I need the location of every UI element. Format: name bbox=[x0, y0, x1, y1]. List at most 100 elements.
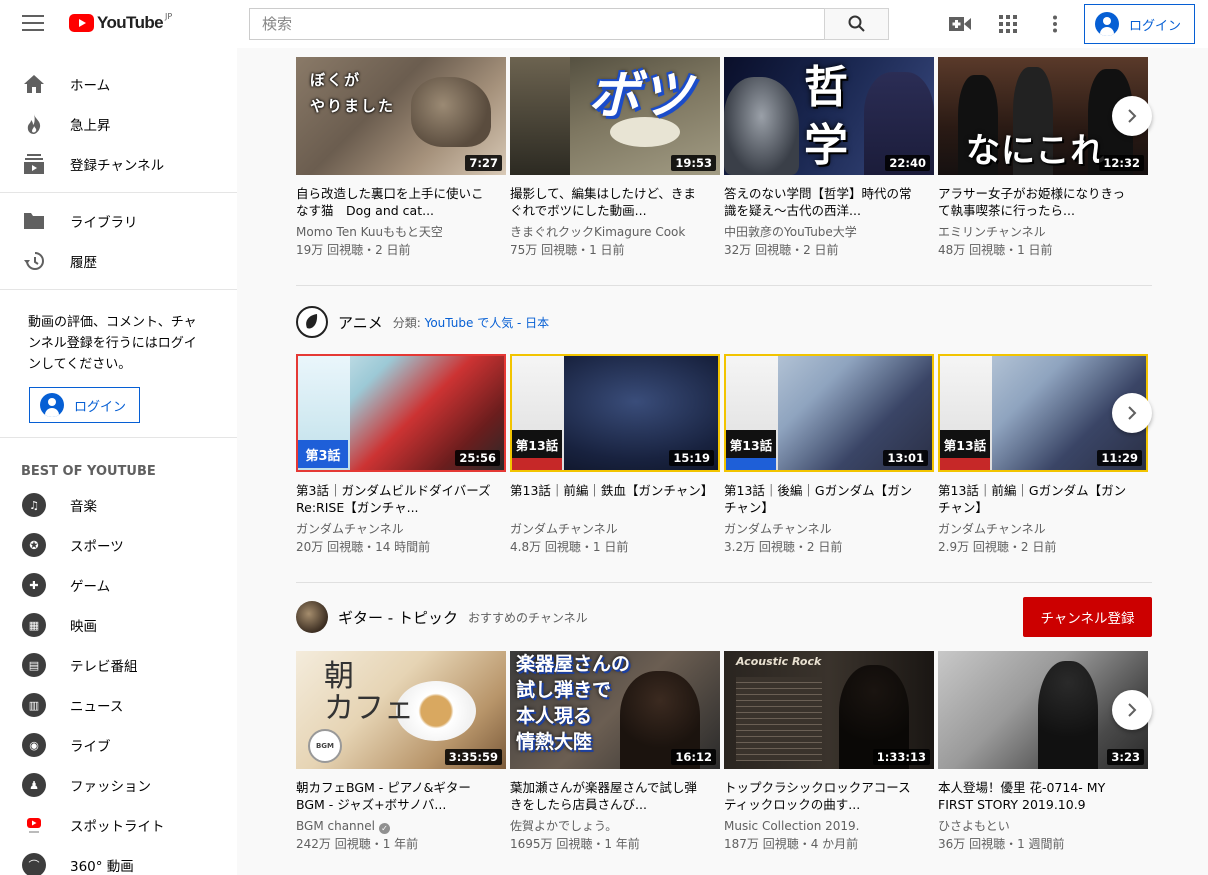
video-card[interactable]: Acoustic Rock 1:33:13 トップクラシックロックアコースティッ… bbox=[724, 651, 934, 853]
history-icon bbox=[22, 249, 46, 273]
sidebar-item-sports[interactable]: ✪ スポーツ bbox=[0, 525, 237, 565]
channel-name[interactable]: ガンダムチャンネル bbox=[296, 520, 506, 538]
create-video-icon[interactable] bbox=[948, 12, 972, 36]
sidebar-item-live[interactable]: ◉ ライブ bbox=[0, 725, 237, 765]
video-card[interactable]: BGM 朝 カフェ 3:35:59 朝カフェBGM - ピアノ&ギターBGM -… bbox=[296, 651, 506, 853]
guitarist-figure bbox=[1038, 661, 1098, 769]
channel-name[interactable]: ガンダムチャンネル bbox=[510, 520, 720, 538]
video-title[interactable]: 撮影して、編集はしたけど、きまぐれでボツにした動画... bbox=[510, 185, 720, 219]
sidebar-item-trending[interactable]: 急上昇 bbox=[0, 104, 237, 144]
video-title[interactable]: 葉加瀬さんが楽器屋さんで試し弾きをしたら店員さんび... bbox=[510, 779, 720, 813]
channel-name[interactable]: ガンダムチャンネル bbox=[938, 520, 1148, 538]
video-thumbnail[interactable]: 第3話 25:56 bbox=[296, 354, 506, 472]
channel-name[interactable]: きまぐれクックKimagure Cook bbox=[510, 223, 720, 241]
sidebar-item-label: ゲーム bbox=[70, 579, 111, 595]
sidebar-item-label: ライブラリ bbox=[70, 215, 138, 231]
sidebar-item-fashion[interactable]: ♟ ファッション bbox=[0, 765, 237, 805]
video-title[interactable]: 朝カフェBGM - ピアノ&ギターBGM - ジャズ+ボサノバ... bbox=[296, 779, 506, 813]
sidebar-item-360[interactable]: ⌒ 360° 動画 bbox=[0, 845, 237, 875]
sidebar-item-library[interactable]: ライブラリ bbox=[0, 201, 237, 241]
video-card[interactable]: 第3話 25:56 第3話｜ガンダムビルドダイバーズRe:RISE【ガンチャ..… bbox=[296, 354, 506, 556]
sidebar-item-music[interactable]: ♫ 音楽 bbox=[0, 485, 237, 525]
shelf-subtitle: 分類: YouTube で人気 - 日本 bbox=[393, 314, 549, 331]
video-title[interactable]: 本人登場！優里 花-0714- MY FIRST STORY 2019.10.9 bbox=[938, 779, 1148, 813]
sidebar-item-home[interactable]: ホーム bbox=[0, 64, 237, 104]
video-thumbnail[interactable]: 第13話 13:01 bbox=[724, 354, 934, 472]
video-card[interactable]: 哲 学 22:40 答えのない学問【哲学】時代の常識を疑え～古代の西洋... 中… bbox=[724, 57, 934, 259]
channel-name[interactable]: 中田敦彦のYouTube大学 bbox=[724, 223, 934, 241]
video-thumbnail[interactable]: BGM 朝 カフェ 3:35:59 bbox=[296, 651, 506, 769]
search-box bbox=[249, 8, 825, 40]
subscribe-button[interactable]: チャンネル登録 bbox=[1023, 597, 1152, 637]
anime-category-icon[interactable] bbox=[296, 306, 328, 338]
video-card[interactable]: 第13話 11:29 第13話｜前編｜Gガンダム【ガンチャン】 ガンダムチャンネ… bbox=[938, 354, 1148, 556]
video-title[interactable]: 第13話｜前編｜Gガンダム【ガンチャン】 bbox=[938, 482, 1148, 516]
shelf-category-link[interactable]: YouTube で人気 - 日本 bbox=[425, 316, 550, 330]
video-title[interactable]: トップクラシックロックアコースティックロックの曲す... bbox=[724, 779, 934, 813]
menu-icon[interactable] bbox=[22, 15, 44, 33]
channel-name[interactable]: 佐賀よかでしょう。 bbox=[510, 817, 720, 835]
video-card[interactable]: 楽器屋さんの 試し弾きで 本人現る 情熱大陸 16:12 葉加瀬さんが楽器屋さん… bbox=[510, 651, 720, 853]
sidebar-item-gaming[interactable]: ✚ ゲーム bbox=[0, 565, 237, 605]
shelf-next-button[interactable] bbox=[1112, 96, 1152, 136]
channel-name[interactable]: BGM channel ✓ bbox=[296, 817, 506, 835]
video-card[interactable]: ボツ 19:53 撮影して、編集はしたけど、きまぐれでボツにした動画... きま… bbox=[510, 57, 720, 259]
gaming-icon: ✚ bbox=[22, 573, 46, 597]
video-card[interactable]: 3:23 本人登場！優里 花-0714- MY FIRST STORY 2019… bbox=[938, 651, 1148, 853]
tv-icon: ▤ bbox=[22, 653, 46, 677]
youtube-logo[interactable]: YouTube JP bbox=[69, 11, 173, 33]
shelf-next-button[interactable] bbox=[1112, 690, 1152, 730]
video-thumbnail[interactable]: Acoustic Rock 1:33:13 bbox=[724, 651, 934, 769]
sidebar-item-news[interactable]: ▥ ニュース bbox=[0, 685, 237, 725]
more-vert-icon[interactable] bbox=[1043, 12, 1067, 36]
sidebar-item-movies[interactable]: ▦ 映画 bbox=[0, 605, 237, 645]
channel-name[interactable]: Momo Ten Kuuももと天空 bbox=[296, 223, 506, 241]
sidebar-item-tv[interactable]: ▤ テレビ番組 bbox=[0, 645, 237, 685]
video-card[interactable]: ぼくが やりました 7:27 自ら改造した裏口を上手に使いこなす猫 Dog an… bbox=[296, 57, 506, 259]
spotlight-icon bbox=[22, 813, 46, 837]
shelf-divider bbox=[296, 285, 1152, 286]
part-badge bbox=[512, 458, 562, 470]
video-title[interactable]: 第13話｜後編｜Gガンダム【ガンチャン】 bbox=[724, 482, 934, 516]
channel-name[interactable]: ひさよもとい bbox=[938, 817, 1148, 835]
video-card[interactable]: 第13話 15:19 第13話｜前編｜鉄血【ガンチャン】 ガンダムチャンネル 4… bbox=[510, 354, 720, 556]
logo-region: JP bbox=[165, 11, 173, 21]
shelf-title[interactable]: アニメ bbox=[338, 312, 383, 333]
video-title[interactable]: 自ら改造した裏口を上手に使いこなす猫 Dog and cat... bbox=[296, 185, 506, 219]
thumbnail-text: 楽器屋さんの 試し弾きで 本人現る 情熱大陸 bbox=[516, 653, 631, 753]
sidebar-login-button[interactable]: ログイン bbox=[29, 387, 140, 423]
video-metadata: 32万 回視聴・2 日前 bbox=[724, 243, 839, 257]
channel-name[interactable]: ガンダムチャンネル bbox=[724, 520, 934, 538]
channel-name[interactable]: Music Collection 2019. bbox=[724, 817, 934, 835]
video-thumbnail[interactable]: 楽器屋さんの 試し弾きで 本人現る 情熱大陸 16:12 bbox=[510, 651, 720, 769]
video-thumbnail[interactable]: ボツ 19:53 bbox=[510, 57, 720, 175]
sidebar-item-label: テレビ番組 bbox=[70, 659, 138, 675]
shelf-header-guitar: ギター - トピック おすすめのチャンネル チャンネル登録 bbox=[296, 597, 1152, 637]
search-button[interactable] bbox=[824, 8, 889, 40]
sidebar-item-spotlight[interactable]: スポットライト bbox=[0, 805, 237, 845]
video-metadata: 48万 回視聴・1 日前 bbox=[938, 243, 1053, 257]
guitar-channel-avatar[interactable] bbox=[296, 601, 328, 633]
sidebar-item-label: ライブ bbox=[70, 739, 111, 755]
video-thumbnail[interactable]: 第13話 15:19 bbox=[510, 354, 720, 472]
shelf-title[interactable]: ギター - トピック bbox=[338, 607, 458, 628]
video-duration: 16:12 bbox=[671, 749, 716, 765]
login-button[interactable]: ログイン bbox=[1084, 4, 1195, 44]
sidebar-item-subscriptions[interactable]: 登録チャンネル bbox=[0, 144, 237, 184]
video-title[interactable]: 第3話｜ガンダムビルドダイバーズRe:RISE【ガンチャ... bbox=[296, 482, 506, 516]
chevron-right-icon bbox=[1128, 406, 1137, 420]
video-thumbnail[interactable]: ぼくが やりました 7:27 bbox=[296, 57, 506, 175]
shelf-next-button[interactable] bbox=[1112, 393, 1152, 433]
video-title[interactable]: 答えのない学問【哲学】時代の常識を疑え～古代の西洋... bbox=[724, 185, 934, 219]
video-card[interactable]: 第13話 13:01 第13話｜後編｜Gガンダム【ガンチャン】 ガンダムチャンネ… bbox=[724, 354, 934, 556]
video-title[interactable]: アラサー女子がお姫様になりきって執事喫茶に行ったら... bbox=[938, 185, 1148, 219]
search-input[interactable] bbox=[250, 9, 825, 39]
video-thumbnail[interactable]: 哲 学 22:40 bbox=[724, 57, 934, 175]
sidebar-item-history[interactable]: 履歴 bbox=[0, 241, 237, 281]
channel-name-text: BGM channel bbox=[296, 819, 375, 833]
channel-name[interactable]: エミリンチャンネル bbox=[938, 223, 1148, 241]
video-metadata: 3.2万 回視聴・2 日前 bbox=[724, 540, 843, 554]
video-card[interactable]: なにこれ 12:32 アラサー女子がお姫様になりきって執事喫茶に行ったら... … bbox=[938, 57, 1148, 259]
video-title[interactable]: 第13話｜前編｜鉄血【ガンチャン】 bbox=[510, 482, 720, 516]
apps-icon[interactable] bbox=[996, 12, 1020, 36]
